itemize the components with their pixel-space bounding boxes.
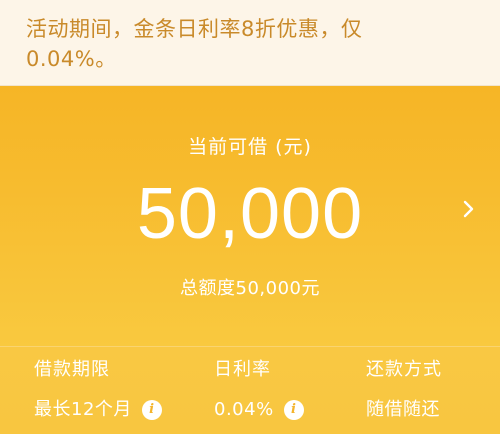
- loan-info-row: 借款期限 最长12个月 i 日利率 0.04% i 还款方式 随借随还: [0, 346, 500, 434]
- promo-text-line1: 活动期间，金条日利率8折优惠，仅: [26, 17, 363, 41]
- loan-term-stat: 借款期限 最长12个月 i: [34, 357, 162, 423]
- repayment-method-stat: 还款方式 随借随还: [366, 357, 442, 423]
- loan-term-value: 最长12个月: [34, 399, 132, 420]
- daily-rate-title: 日利率: [214, 359, 271, 380]
- daily-rate-value: 0.04%: [214, 399, 274, 420]
- total-credit-limit: 总额度50,000元: [180, 278, 320, 299]
- daily-rate-stat: 日利率 0.04% i: [214, 357, 304, 423]
- available-credit-card[interactable]: 当前可借 (元) 50,000 总额度50,000元: [0, 86, 500, 346]
- repayment-method-value-row: 随借随还: [366, 397, 442, 423]
- daily-rate-value-row: 0.04% i: [214, 397, 304, 423]
- info-icon[interactable]: i: [141, 400, 162, 420]
- available-amount-label: 当前可借 (元): [188, 136, 312, 158]
- loan-term-title: 借款期限: [34, 359, 110, 380]
- chevron-right-icon[interactable]: [458, 194, 480, 224]
- repayment-method-title: 还款方式: [366, 359, 442, 380]
- promo-text-line2: 0.04%。: [26, 47, 117, 71]
- available-amount: 50,000: [136, 174, 364, 254]
- loan-term-value-row: 最长12个月 i: [34, 397, 162, 423]
- promo-banner: 活动期间，金条日利率8折优惠，仅 0.04%。: [0, 0, 500, 86]
- repayment-method-value: 随借随还: [366, 399, 440, 420]
- info-icon[interactable]: i: [283, 400, 304, 420]
